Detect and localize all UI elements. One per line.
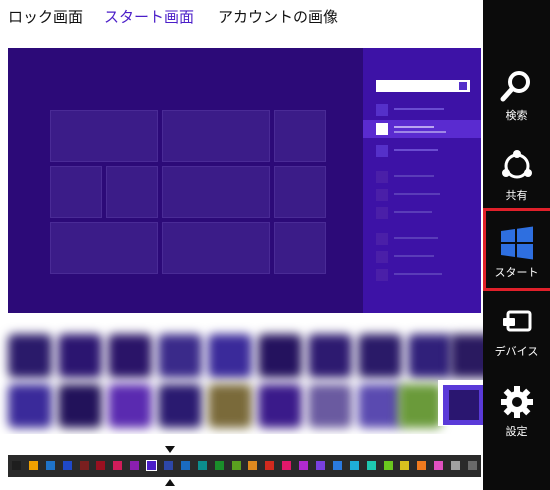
preview-search-box xyxy=(376,80,470,92)
pattern-tile[interactable] xyxy=(158,384,202,428)
color-swatch[interactable] xyxy=(265,461,274,470)
charm-devices-label: デバイス xyxy=(494,345,539,358)
preview-search-pane xyxy=(363,48,481,313)
pattern-tile[interactable] xyxy=(358,384,402,428)
color-swatch[interactable] xyxy=(451,461,460,470)
color-swatch[interactable] xyxy=(63,461,72,470)
background-pattern-picker xyxy=(0,322,483,434)
pattern-tile[interactable] xyxy=(208,334,252,378)
color-swatch[interactable] xyxy=(146,460,157,471)
preview-tile xyxy=(50,110,158,162)
charm-share[interactable]: 共有 xyxy=(483,140,550,210)
preview-tile xyxy=(162,110,270,162)
pattern-tile[interactable] xyxy=(398,384,442,428)
color-swatch[interactable] xyxy=(164,461,173,470)
color-swatch[interactable] xyxy=(333,461,342,470)
color-swatch[interactable] xyxy=(367,461,376,470)
preview-tile xyxy=(162,166,270,218)
tab-account-picture[interactable]: アカウントの画像 xyxy=(218,6,338,27)
color-swatch[interactable] xyxy=(96,461,105,470)
pattern-tile[interactable] xyxy=(58,334,102,378)
charm-devices[interactable]: デバイス xyxy=(483,296,550,366)
charm-start-label: スタート xyxy=(494,266,539,279)
preview-tile xyxy=(274,166,326,218)
selected-pattern-inner xyxy=(449,390,479,420)
color-swatch[interactable] xyxy=(29,461,38,470)
charm-settings-label: 設定 xyxy=(505,425,528,438)
pattern-tile[interactable] xyxy=(258,334,302,378)
charms-bar: 検索 共有 スタート デバイス 設定 xyxy=(483,0,550,490)
color-swatch[interactable] xyxy=(130,461,139,470)
charm-start[interactable]: スタート xyxy=(483,217,550,287)
color-swatch[interactable] xyxy=(248,461,257,470)
preview-tile xyxy=(50,222,158,274)
color-swatch[interactable] xyxy=(468,461,477,470)
color-swatch[interactable] xyxy=(384,461,393,470)
pattern-tile[interactable] xyxy=(58,384,102,428)
pattern-tile[interactable] xyxy=(308,334,352,378)
pattern-tile[interactable] xyxy=(8,334,52,378)
pattern-tile[interactable] xyxy=(258,384,302,428)
gear-icon xyxy=(501,386,533,418)
color-swatch[interactable] xyxy=(46,461,55,470)
charm-settings[interactable]: 設定 xyxy=(483,376,550,446)
color-swatch[interactable] xyxy=(282,461,291,470)
share-icon xyxy=(502,150,532,179)
charm-search[interactable]: 検索 xyxy=(483,60,550,130)
color-swatch[interactable] xyxy=(400,461,409,470)
color-swatch[interactable] xyxy=(350,461,359,470)
color-swatch[interactable] xyxy=(316,461,325,470)
pattern-tile[interactable] xyxy=(158,334,202,378)
color-swatch[interactable] xyxy=(113,461,122,470)
pattern-tile[interactable] xyxy=(108,334,152,378)
tab-start-screen[interactable]: スタート画面 xyxy=(104,6,194,27)
pattern-tile[interactable] xyxy=(8,384,52,428)
color-swatch[interactable] xyxy=(198,461,207,470)
search-icon xyxy=(500,71,530,102)
preview-tile xyxy=(162,222,270,274)
charm-share-label: 共有 xyxy=(505,189,528,202)
preview-search-button xyxy=(459,82,467,90)
pattern-tile[interactable] xyxy=(308,384,352,428)
color-swatch[interactable] xyxy=(181,461,190,470)
color-swatch[interactable] xyxy=(80,461,89,470)
pattern-tile[interactable] xyxy=(450,334,483,378)
tab-lock-screen[interactable]: ロック画面 xyxy=(8,6,83,27)
color-swatch[interactable] xyxy=(215,461,224,470)
preview-tile xyxy=(274,110,326,162)
devices-icon xyxy=(503,310,532,332)
background-color-slider[interactable] xyxy=(8,455,481,477)
pattern-tile[interactable] xyxy=(358,334,402,378)
pattern-tile[interactable] xyxy=(108,384,152,428)
color-swatch[interactable] xyxy=(232,461,241,470)
color-marker-top-icon xyxy=(165,446,175,453)
color-marker-bottom-icon xyxy=(165,479,175,486)
color-swatch[interactable] xyxy=(417,461,426,470)
pattern-tile[interactable] xyxy=(208,384,252,428)
color-swatch[interactable] xyxy=(299,461,308,470)
color-swatch[interactable] xyxy=(12,461,21,470)
preview-tile xyxy=(50,166,102,218)
charm-search-label: 検索 xyxy=(505,109,528,122)
preview-tile xyxy=(106,166,158,218)
preview-tile xyxy=(274,222,326,274)
color-swatch[interactable] xyxy=(434,461,443,470)
pattern-tile[interactable] xyxy=(408,334,452,378)
windows-logo-icon xyxy=(501,226,533,260)
